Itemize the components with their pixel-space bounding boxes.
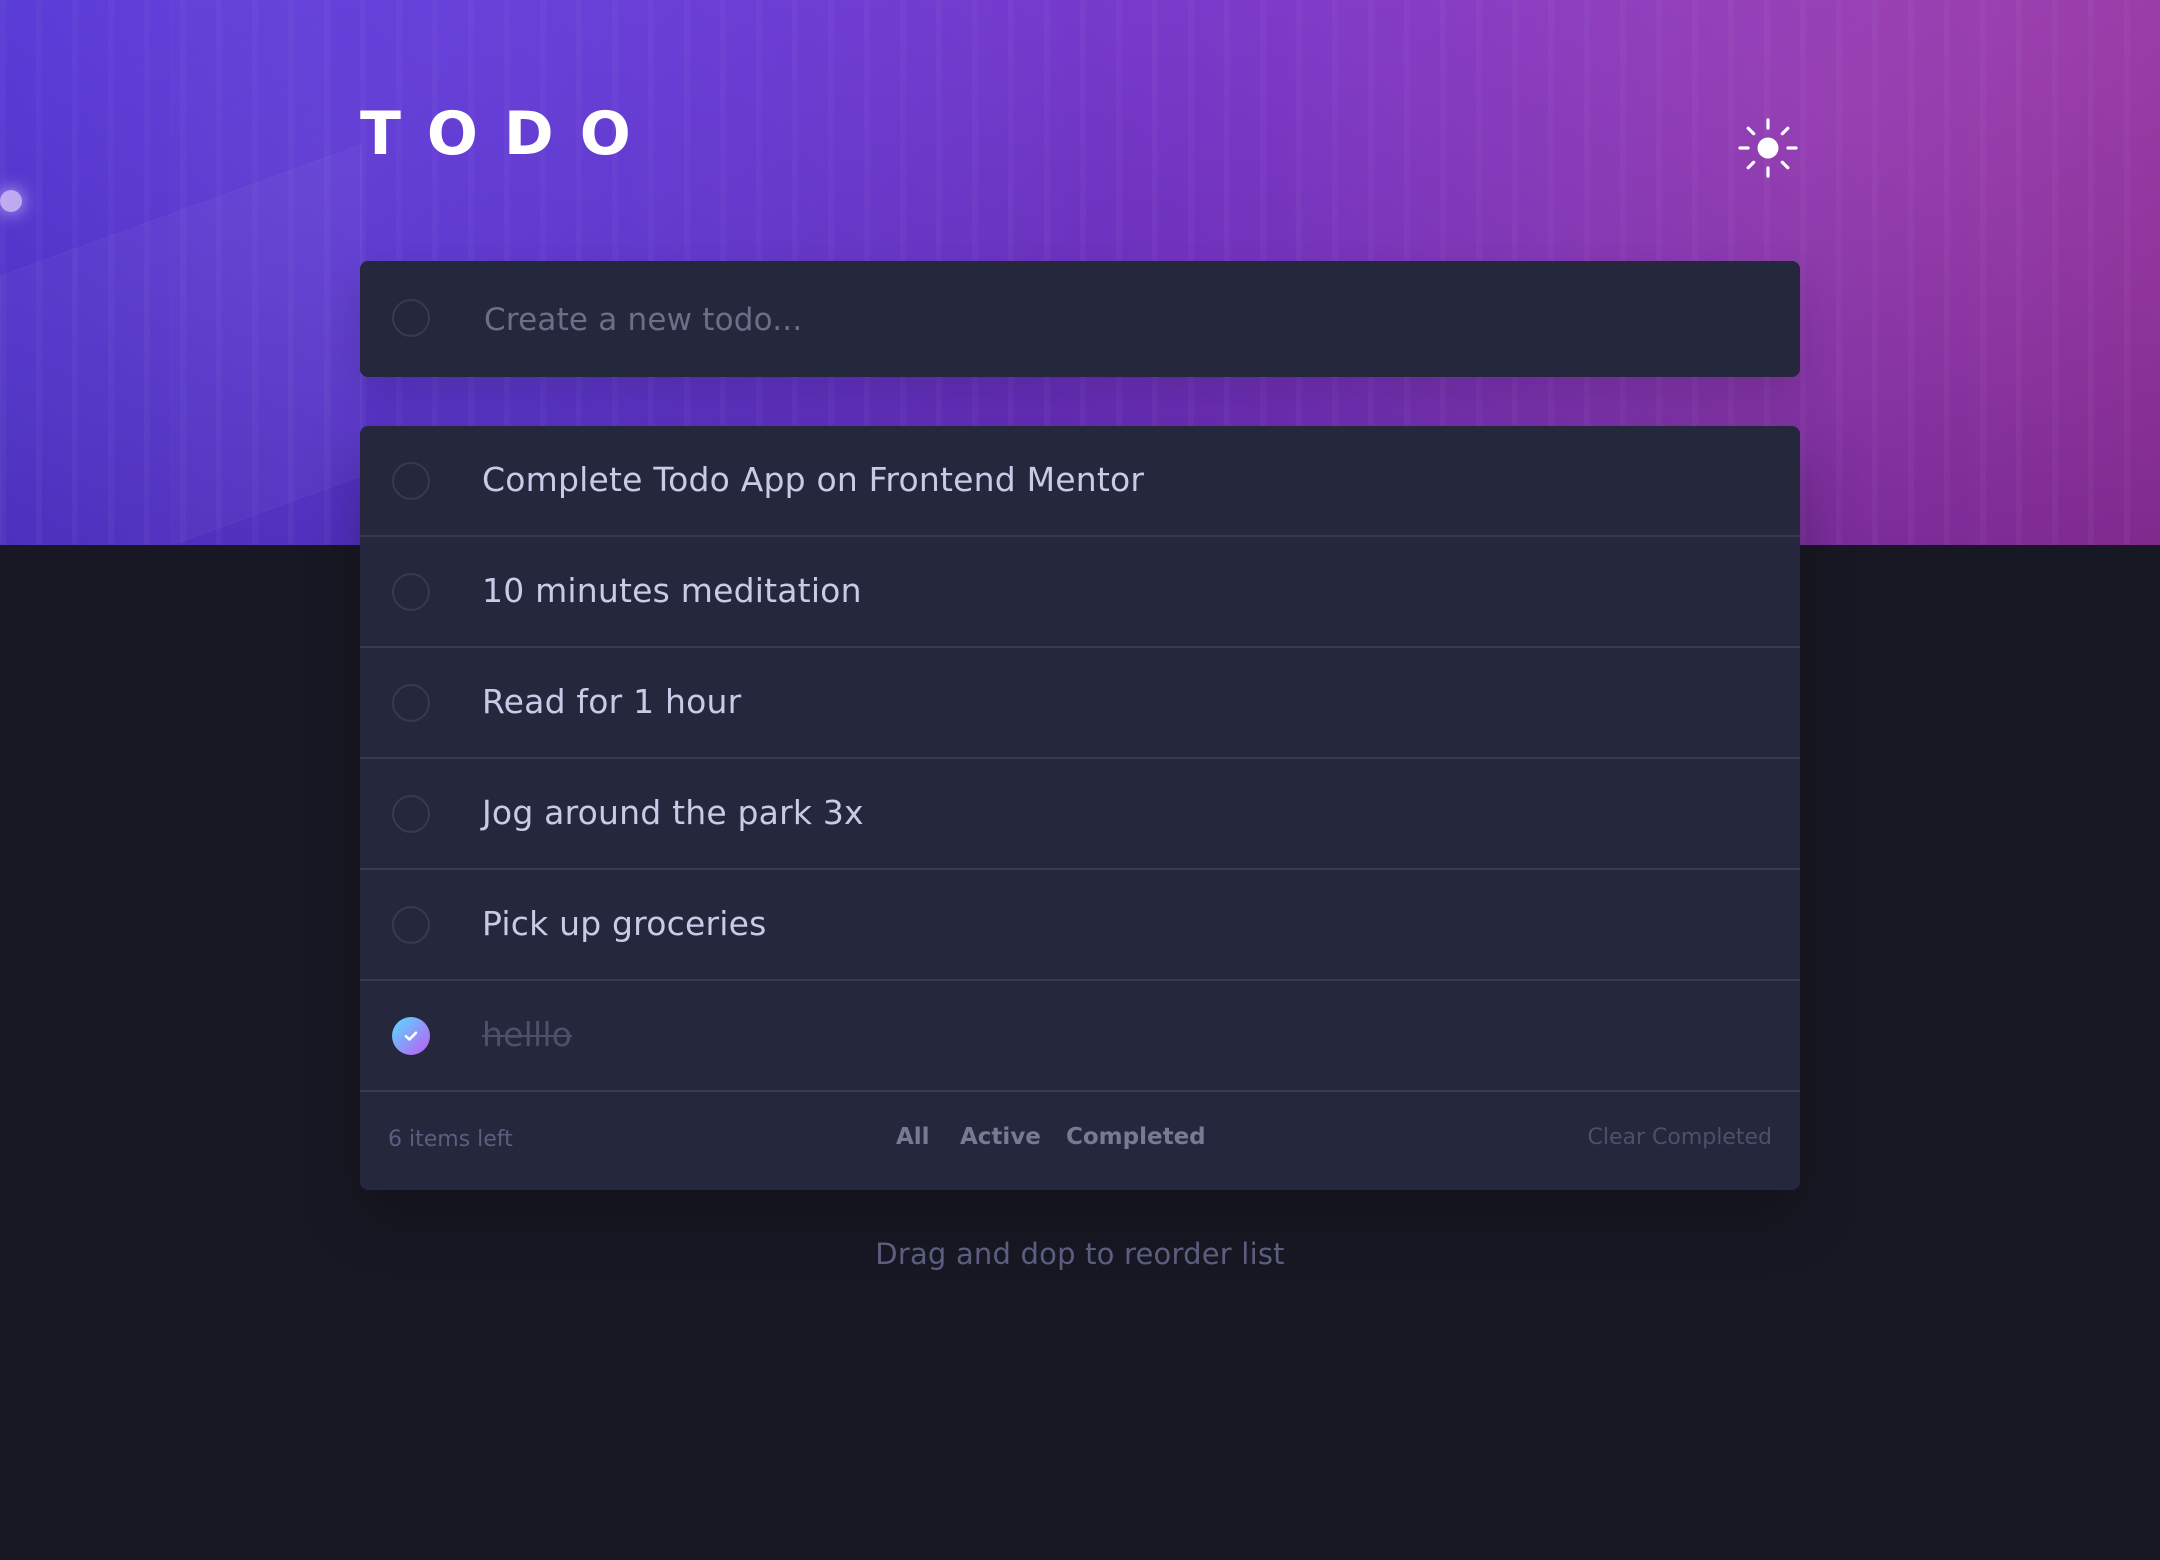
new-todo-circle bbox=[392, 299, 430, 337]
check-icon bbox=[404, 1031, 418, 1041]
reorder-hint: Drag and dop to reorder list bbox=[875, 1237, 1285, 1271]
todo-checkbox[interactable] bbox=[392, 795, 430, 833]
todo-text: Jog around the park 3x bbox=[482, 793, 864, 832]
hero-shape-5 bbox=[1970, 0, 2160, 545]
theme-toggle-button[interactable] bbox=[1736, 116, 1800, 180]
items-left-count: 6 items left bbox=[388, 1127, 513, 1152]
sun-icon bbox=[1738, 118, 1798, 178]
todo-item[interactable]: 10 minutes meditation bbox=[360, 537, 1800, 648]
todo-app: TODO Complete Todo App on Frontend Mento… bbox=[360, 0, 1800, 1560]
filter-active[interactable]: Active bbox=[960, 1124, 1041, 1150]
filter-all[interactable]: All bbox=[896, 1124, 930, 1150]
filter-completed[interactable]: Completed bbox=[1066, 1124, 1206, 1150]
new-todo-card bbox=[360, 261, 1800, 379]
todo-item[interactable]: helllo bbox=[360, 981, 1800, 1092]
todo-checkbox-completed[interactable] bbox=[392, 1017, 430, 1055]
hero-shape-2 bbox=[170, 0, 332, 545]
todo-item[interactable]: Read for 1 hour bbox=[360, 648, 1800, 759]
todo-checkbox[interactable] bbox=[392, 462, 430, 500]
todo-text: Read for 1 hour bbox=[482, 682, 742, 721]
todo-item[interactable]: Pick up groceries bbox=[360, 870, 1800, 981]
todo-checkbox[interactable] bbox=[392, 906, 430, 944]
todo-text: Pick up groceries bbox=[482, 904, 767, 943]
todo-checkbox[interactable] bbox=[392, 573, 430, 611]
new-todo-input[interactable] bbox=[482, 261, 1746, 379]
todo-text: 10 minutes meditation bbox=[482, 571, 862, 610]
app-title: TODO bbox=[360, 99, 657, 169]
todo-text: Complete Todo App on Frontend Mentor bbox=[482, 460, 1145, 499]
todo-item[interactable]: Complete Todo App on Frontend Mentor bbox=[360, 426, 1800, 537]
hero-light bbox=[0, 190, 22, 212]
todo-checkbox[interactable] bbox=[392, 684, 430, 722]
todo-footer: 6 items left All Active Completed Clear … bbox=[360, 1092, 1800, 1190]
todo-list: Complete Todo App on Frontend Mentor 10 … bbox=[360, 426, 1800, 1190]
clear-completed-button[interactable]: Clear Completed bbox=[1587, 1125, 1772, 1150]
todo-item[interactable]: Jog around the park 3x bbox=[360, 759, 1800, 870]
todo-text-completed: helllo bbox=[482, 1015, 573, 1054]
